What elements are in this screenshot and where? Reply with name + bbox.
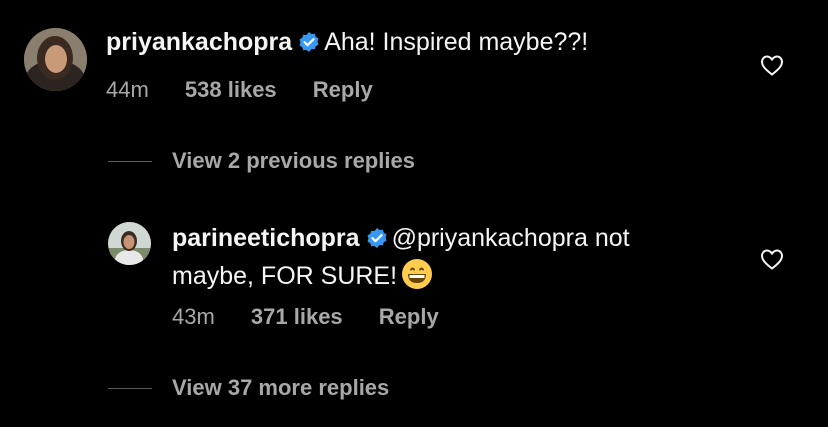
reply-button[interactable]: Reply: [379, 304, 439, 329]
comment-text-line2: maybe, FOR SURE!: [172, 262, 398, 290]
username[interactable]: parineetichopra: [172, 224, 360, 252]
likes-count[interactable]: 371 likes: [251, 304, 343, 329]
view-previous-replies[interactable]: View 2 previous replies: [108, 148, 415, 174]
divider-line: [108, 387, 152, 389]
verified-badge-icon: [298, 29, 320, 62]
heart-icon[interactable]: [760, 248, 784, 275]
divider-line: [108, 160, 152, 162]
view-more-replies[interactable]: View 37 more replies: [108, 375, 389, 401]
avatar[interactable]: [108, 222, 151, 265]
view-previous-label[interactable]: View 2 previous replies: [172, 148, 415, 174]
reply-button[interactable]: Reply: [313, 77, 373, 102]
avatar-image: [108, 222, 151, 265]
view-more-label[interactable]: View 37 more replies: [172, 375, 389, 401]
verified-badge-icon: [366, 225, 388, 258]
heart-icon[interactable]: [760, 54, 784, 81]
comment-text-line1: @priyankachopra not: [391, 224, 630, 252]
likes-count[interactable]: 538 likes: [185, 77, 277, 102]
comment-text: Aha! Inspired maybe??!: [324, 28, 589, 56]
comment-time: 44m: [106, 77, 149, 102]
avatar[interactable]: [24, 28, 87, 91]
comment-time: 43m: [172, 304, 215, 329]
avatar-image: [24, 28, 87, 91]
username[interactable]: priyankachopra: [106, 28, 292, 56]
grinning-emoji-icon: [401, 258, 433, 299]
